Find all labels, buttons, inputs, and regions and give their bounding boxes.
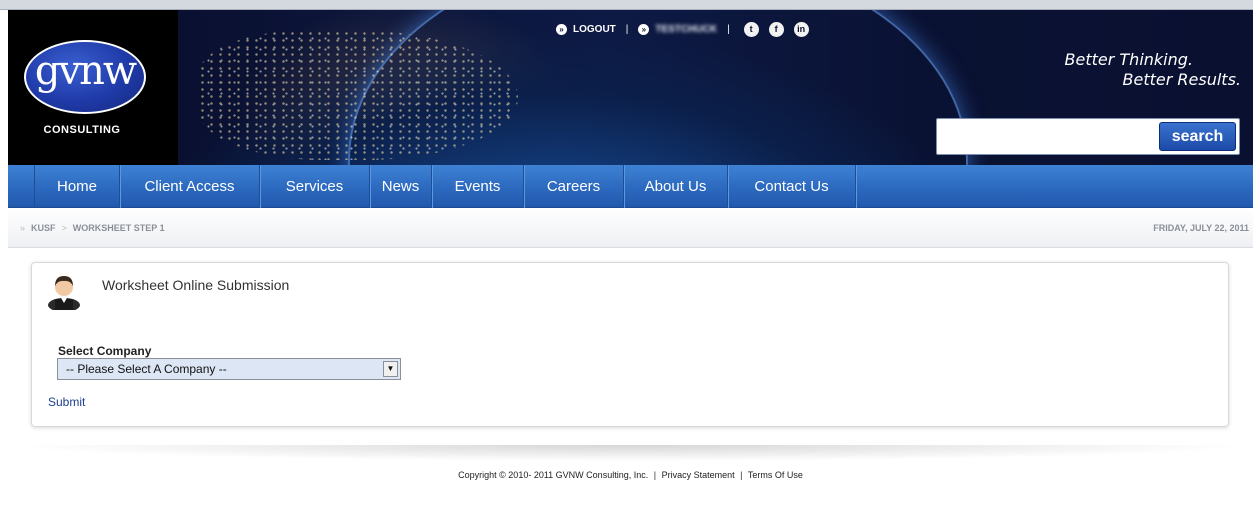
search-button[interactable]: search [1159, 122, 1236, 151]
username-link[interactable]: TESTCHUCK [655, 24, 717, 35]
footer-divider [8, 445, 1253, 463]
nav-item-services[interactable]: Services [260, 165, 370, 208]
breadcrumb-item[interactable]: KUSF [31, 223, 56, 233]
submit-link[interactable]: Submit [48, 395, 85, 409]
chevron-down-icon[interactable]: ▼ [383, 361, 398, 377]
nav-item-home[interactable]: Home [34, 165, 120, 208]
copyright-text: Copyright © 2010- 2011 GVNW Consulting, … [458, 470, 649, 480]
utility-links: » LOGOUT | » TESTCHUCK | t f in [556, 20, 809, 38]
separator: | [727, 23, 730, 35]
footer: Copyright © 2010- 2011 GVNW Consulting, … [8, 470, 1253, 480]
logo-oval: gvnw [24, 40, 146, 114]
logo[interactable]: gvnw CONSULTING [8, 10, 178, 165]
tagline: Better Thinking. Better Results. [1065, 50, 1241, 90]
select-company-label: Select Company [58, 344, 152, 358]
nav-item-client-access[interactable]: Client Access [120, 165, 260, 208]
chevron-right-icon: » [20, 223, 26, 233]
search-input[interactable] [939, 121, 1155, 152]
nav-item-events[interactable]: Events [432, 165, 524, 208]
chevron-right-icon: > [61, 223, 67, 233]
logo-subtitle: CONSULTING [43, 124, 121, 136]
company-select-value: -- Please Select A Company -- [66, 362, 227, 376]
nav-item-about-us[interactable]: About Us [624, 165, 728, 208]
logout-link[interactable]: LOGOUT [573, 24, 616, 35]
breadcrumb-bar: » KUSF > WORKSHEET STEP 1 FRIDAY, JULY 2… [8, 208, 1253, 248]
twitter-icon[interactable]: t [743, 21, 759, 37]
panel-title: Worksheet Online Submission [102, 277, 290, 293]
double-arrow-icon: » [638, 23, 650, 35]
browser-top-strip [0, 0, 1253, 10]
nav-item-careers[interactable]: Careers [524, 165, 624, 208]
current-date: FRIDAY, JULY 22, 2011 [1153, 223, 1249, 233]
tagline-line-2: Better Results. [1122, 70, 1241, 89]
breadcrumb-item: WORKSHEET STEP 1 [72, 223, 165, 233]
city-lights-image [198, 30, 518, 160]
tagline-line-1: Better Thinking. [1064, 50, 1193, 69]
worksheet-panel: Worksheet Online Submission Select Compa… [31, 262, 1229, 427]
main-nav: Home Client Access Services News Events … [8, 165, 1253, 208]
nav-item-contact-us[interactable]: Contact Us [728, 165, 856, 208]
nav-item-news[interactable]: News [370, 165, 432, 208]
user-icon [48, 276, 80, 310]
terms-of-use-link[interactable]: Terms Of Use [748, 470, 803, 480]
linkedin-icon[interactable]: in [793, 21, 809, 37]
separator: | [625, 23, 629, 35]
separator: | [653, 470, 657, 480]
separator: | [740, 470, 743, 480]
double-arrow-icon: » [556, 23, 567, 35]
privacy-statement-link[interactable]: Privacy Statement [662, 470, 735, 480]
logo-text: gvnw [34, 48, 137, 94]
facebook-icon[interactable]: f [768, 21, 784, 37]
search-box: search [936, 118, 1240, 155]
company-select[interactable]: -- Please Select A Company -- ▼ [57, 358, 401, 380]
breadcrumb: » KUSF > WORKSHEET STEP 1 [20, 223, 165, 233]
